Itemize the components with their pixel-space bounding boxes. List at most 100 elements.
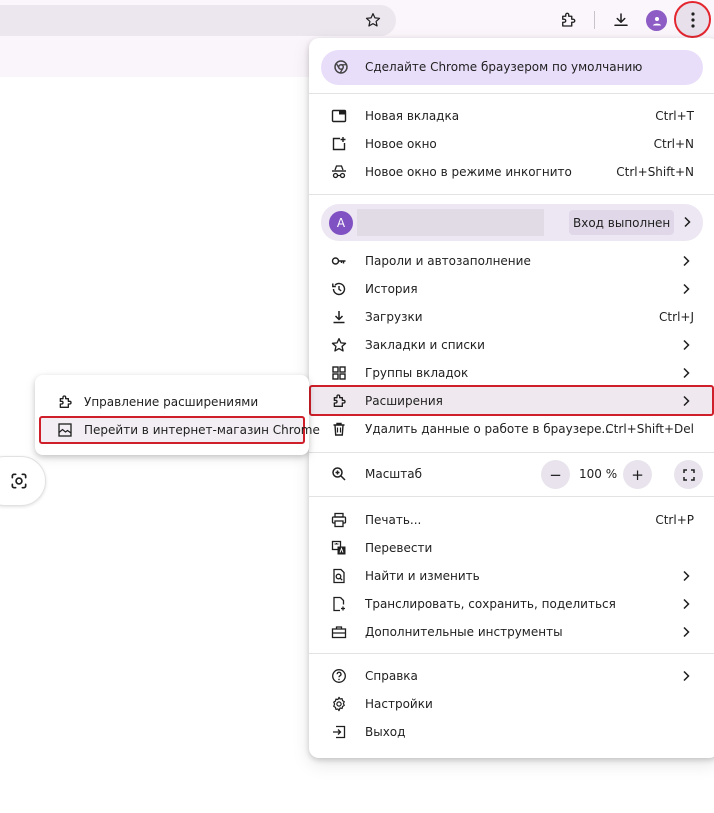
chevron-right-icon [682, 255, 690, 267]
profile-avatar-icon[interactable] [646, 10, 667, 31]
menu-item-label: История [365, 282, 418, 296]
star-icon [331, 337, 347, 353]
menu-item-label: Загрузки [365, 310, 423, 324]
toolbar-divider [594, 11, 595, 29]
menu-divider [309, 496, 714, 497]
sign-in-status-badge: Вход выполнен [569, 210, 675, 235]
chrome-logo-icon [333, 59, 349, 75]
submenu-item-web-store[interactable]: Перейти в интернет-магазин Chrome [39, 416, 320, 444]
menu-item-label: Новая вкладка [365, 109, 460, 123]
menu-item-new-window[interactable]: Новое окно Ctrl+N [309, 130, 714, 158]
menu-item-label: Пароли и автозаполнение [365, 254, 531, 268]
zoom-value: 100 % [579, 467, 618, 481]
menu-item-print[interactable]: Печать... Ctrl+P [309, 506, 714, 534]
menu-divider [309, 452, 714, 453]
menu-item-label: Настройки [365, 697, 433, 711]
zoom-label: Масштаб [365, 467, 423, 481]
menu-item-bookmarks[interactable]: Закладки и списки [309, 331, 714, 359]
menu-item-label: Найти и изменить [365, 569, 480, 583]
shortcut-label: Ctrl+Shift+Del [605, 422, 694, 436]
bookmarks-bar [0, 40, 320, 77]
save-share-icon [331, 596, 347, 612]
menu-divider [309, 194, 714, 195]
more-vert-icon[interactable] [674, 1, 711, 38]
download-icon[interactable] [608, 7, 634, 33]
extensions-puzzle-icon[interactable] [555, 7, 581, 33]
submenu-item-manage-extensions[interactable]: Управление расширениями [35, 388, 309, 416]
chevron-right-icon [682, 283, 690, 295]
menu-item-label: Расширения [365, 393, 443, 408]
history-icon [331, 281, 347, 297]
chevron-right-icon [682, 367, 690, 379]
menu-item-incognito[interactable]: Новое окно в режиме инкогнито Ctrl+Shift… [309, 158, 714, 186]
menu-item-clear-data[interactable]: Удалить данные о работе в браузере... Ct… [309, 415, 714, 443]
menu-item-passwords[interactable]: Пароли и автозаполнение [309, 247, 714, 275]
menu-item-zoom: Масштаб − 100 % + [309, 459, 714, 489]
extensions-puzzle-icon [331, 393, 347, 409]
promo-label: Сделайте Chrome браузером по умолчанию [365, 60, 643, 74]
toolbox-icon [331, 624, 347, 640]
menu-item-more-tools[interactable]: Дополнительные инструменты [309, 618, 714, 646]
shortcut-label: Ctrl+J [659, 310, 694, 324]
key-icon [331, 253, 347, 269]
tab-groups-icon [331, 365, 347, 381]
extensions-puzzle-icon [57, 394, 73, 410]
menu-item-label: Дополнительные инструменты [365, 625, 563, 639]
find-page-icon [331, 568, 347, 584]
exit-icon [331, 724, 347, 740]
menu-item-label: Выход [365, 725, 406, 739]
menu-item-downloads[interactable]: Загрузки Ctrl+J [309, 303, 714, 331]
chevron-right-icon [683, 216, 691, 228]
browser-toolbar [0, 0, 714, 40]
menu-item-history[interactable]: История [309, 275, 714, 303]
profile-avatar: A [329, 211, 353, 235]
submenu-item-label: Управление расширениями [84, 395, 259, 409]
fullscreen-button[interactable] [674, 460, 703, 489]
menu-divider [309, 93, 714, 94]
menu-item-label: Удалить данные о работе в браузере... [365, 422, 613, 436]
menu-item-settings[interactable]: Настройки [309, 690, 714, 718]
menu-item-translate[interactable]: Перевести [309, 534, 714, 562]
menu-item-cast-save-share[interactable]: Транслировать, сохранить, поделиться [309, 590, 714, 618]
web-store-icon [57, 422, 73, 438]
menu-item-label: Печать... [365, 513, 422, 527]
profile-name-redacted [357, 209, 544, 236]
download-icon [331, 309, 347, 325]
menu-item-label: Новое окно [365, 137, 437, 151]
star-icon[interactable] [360, 7, 386, 33]
new-window-icon [331, 136, 347, 152]
menu-item-label: Группы вкладок [365, 366, 469, 380]
lens-icon [9, 471, 29, 491]
new-tab-icon [331, 108, 347, 124]
menu-item-label: Справка [365, 669, 418, 683]
chevron-right-icon [682, 395, 690, 407]
chevron-right-icon [682, 626, 690, 638]
menu-item-label: Перевести [365, 541, 433, 555]
submenu-item-label: Перейти в интернет-магазин Chrome [84, 423, 320, 437]
fullscreen-icon [682, 468, 695, 481]
zoom-out-button[interactable]: − [541, 460, 570, 489]
menu-item-new-tab[interactable]: Новая вкладка Ctrl+T [309, 102, 714, 130]
zoom-icon [331, 466, 347, 482]
shortcut-label: Ctrl+P [655, 513, 694, 527]
lens-button[interactable] [0, 456, 46, 506]
zoom-in-button[interactable]: + [623, 460, 652, 489]
menu-item-exit[interactable]: Выход [309, 718, 714, 746]
chevron-right-icon [682, 670, 690, 682]
menu-item-tab-groups[interactable]: Группы вкладок [309, 359, 714, 387]
shortcut-label: Ctrl+T [655, 109, 694, 123]
chevron-right-icon [682, 339, 690, 351]
incognito-icon [331, 164, 347, 180]
menu-item-help[interactable]: Справка [309, 662, 714, 690]
set-default-browser-button[interactable]: Сделайте Chrome браузером по умолчанию [321, 50, 703, 85]
gear-icon [331, 696, 347, 712]
chevron-right-icon [682, 598, 690, 610]
shortcut-label: Ctrl+Shift+N [616, 165, 694, 179]
chrome-main-menu: Сделайте Chrome браузером по умолчанию Н… [309, 38, 714, 758]
menu-item-label: Новое окно в режиме инкогнито [365, 165, 572, 179]
chevron-right-icon [682, 570, 690, 582]
menu-item-find-edit[interactable]: Найти и изменить [309, 562, 714, 590]
profile-row[interactable]: A Вход выполнен [321, 204, 703, 241]
address-bar[interactable] [0, 5, 396, 36]
menu-item-extensions[interactable]: Расширения [309, 385, 714, 416]
